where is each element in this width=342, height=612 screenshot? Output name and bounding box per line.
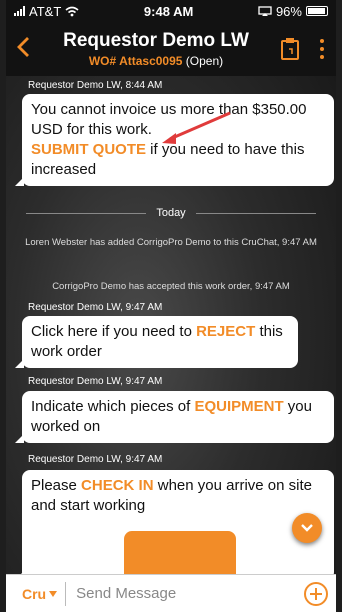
submit-quote-link[interactable]: SUBMIT QUOTE: [31, 141, 146, 158]
message-text: Click here if you need to: [31, 323, 197, 340]
battery-area: 96%: [258, 4, 328, 19]
channel-selector[interactable]: Cru: [6, 586, 65, 602]
message-list[interactable]: Requestor Demo LW, 8:44 AM You cannot in…: [6, 76, 336, 580]
message-meta: Requestor Demo LW, 8:44 AM: [28, 80, 163, 91]
date-divider: Today: [26, 206, 317, 220]
more-options-button[interactable]: [308, 39, 336, 59]
work-order-line: WO# Attasc0095 (Open): [40, 54, 272, 68]
screen-mirroring-icon: [258, 5, 272, 16]
scroll-to-bottom-button[interactable]: [292, 513, 322, 543]
chevron-left-icon: [17, 37, 29, 57]
work-order-number: WO# Attasc0095: [88, 54, 183, 68]
chat-header: Requestor Demo LW WO# Attasc0095 (Open): [6, 22, 336, 76]
status-bar: AT&T 9:48 AM 96%: [6, 0, 336, 22]
clock: 9:48 AM: [143, 3, 194, 19]
system-message: CorrigoPro Demo has accepted this work o…: [52, 281, 290, 292]
equipment-link[interactable]: EQUIPMENT: [194, 398, 283, 415]
wifi-icon: [65, 6, 79, 16]
message-bubble: Indicate which pieces of EQUIPMENT you w…: [15, 391, 334, 443]
battery-percent: 96%: [275, 3, 302, 19]
message-text: Please: [31, 477, 82, 494]
date-divider-label: Today: [156, 207, 186, 219]
check-in-button[interactable]: [124, 531, 236, 575]
add-attachment-button[interactable]: [296, 581, 336, 607]
channel-label: Cru: [22, 585, 47, 602]
clipboard-icon: [281, 38, 299, 60]
work-order-status: (Open): [185, 54, 224, 68]
plus-circle-icon: [304, 581, 328, 606]
message-composer: Cru Send Message: [6, 574, 336, 612]
message-meta: Requestor Demo LW, 9:47 AM: [28, 376, 163, 387]
caret-down-icon: [49, 590, 58, 597]
reject-link[interactable]: REJECT: [196, 323, 255, 340]
message-meta: Requestor Demo LW, 9:47 AM: [28, 454, 163, 465]
message-bubble: Click here if you need to REJECT this wo…: [15, 316, 298, 368]
message-input[interactable]: Send Message: [66, 585, 296, 602]
battery-icon: [305, 6, 328, 16]
system-message: Loren Webster has added CorrigoPro Demo …: [25, 237, 317, 248]
header-titles[interactable]: Requestor Demo LW WO# Attasc0095 (Open): [40, 30, 272, 68]
back-button[interactable]: [6, 34, 40, 64]
carrier-area: AT&T: [14, 4, 79, 19]
message-text: Indicate which pieces of: [31, 398, 195, 415]
chevron-down-icon: [301, 524, 313, 532]
message-meta: Requestor Demo LW, 9:47 AM: [28, 302, 163, 313]
chat-title: Requestor Demo LW: [63, 30, 249, 51]
carrier-label: AT&T: [29, 3, 62, 19]
work-order-details-button[interactable]: [272, 37, 308, 61]
check-in-link[interactable]: CHECK IN: [81, 477, 154, 494]
annotation-arrow-icon: [162, 111, 231, 144]
signal-icon: [14, 6, 25, 16]
app-screen: AT&T 9:48 AM 96% Requestor Demo LW WO# A…: [6, 0, 336, 612]
